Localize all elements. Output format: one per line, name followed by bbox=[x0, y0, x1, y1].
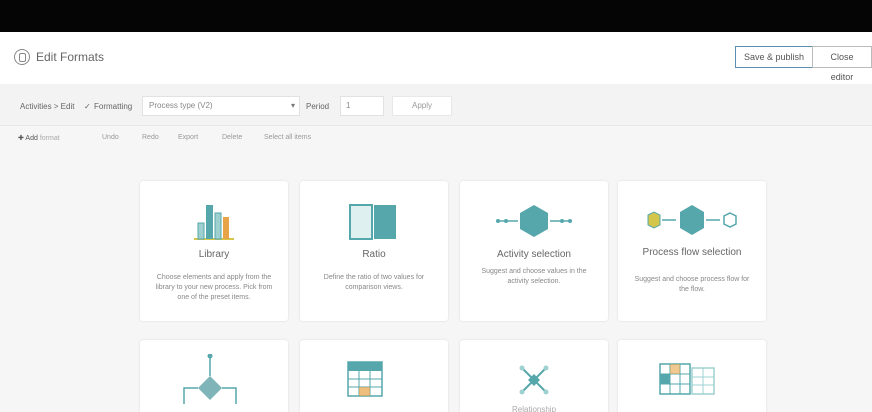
top-black-bar bbox=[0, 0, 872, 32]
card-title: Library bbox=[198, 249, 230, 260]
card-description: Choose elements and apply from the libra… bbox=[155, 274, 273, 301]
filter-toolbar: Activities > Edit ✓ Formatting Process t… bbox=[0, 84, 872, 126]
card-process-flow-selection[interactable]: Process flow selection Suggest and choos… bbox=[618, 181, 766, 321]
card-decision-flow[interactable] bbox=[140, 340, 288, 412]
close-editor-button[interactable]: Close editor bbox=[812, 46, 872, 82]
activity-node-icon bbox=[496, 205, 572, 237]
process-flow-icon bbox=[647, 205, 737, 235]
app-header: Edit Formats Save & publish Close editor bbox=[0, 32, 872, 84]
card-relationship[interactable]: Relationship bbox=[460, 340, 608, 412]
template-select[interactable]: Process type (V2) bbox=[142, 96, 300, 116]
logo-icon bbox=[14, 49, 30, 65]
card-description: Suggest and choose values in the activit… bbox=[481, 268, 587, 285]
decision-flow-icon bbox=[183, 354, 237, 404]
card-multi-grid[interactable] bbox=[618, 340, 766, 412]
check-icon: ✓ bbox=[84, 102, 91, 111]
formatting-label: Formatting bbox=[94, 102, 133, 111]
relationship-icon bbox=[519, 365, 549, 395]
undo-button[interactable]: Undo bbox=[102, 134, 119, 141]
table-grid-icon bbox=[347, 361, 383, 397]
delete-button[interactable]: Delete bbox=[222, 134, 242, 141]
apply-button[interactable]: Apply bbox=[392, 96, 452, 116]
period-label: Period bbox=[306, 102, 330, 111]
add-format-button[interactable]: ✚ Add format bbox=[18, 134, 60, 142]
app-title: Edit Formats bbox=[36, 50, 105, 64]
redo-button[interactable]: Redo bbox=[142, 134, 159, 141]
card-ratio[interactable]: Ratio Define the ratio of two values for… bbox=[300, 181, 448, 321]
card-title: Relationship bbox=[511, 405, 557, 412]
card-description: Suggest and choose process flow for the … bbox=[634, 276, 750, 293]
card-title: Process flow selection bbox=[642, 247, 742, 258]
select-all-button[interactable]: Select all items bbox=[264, 134, 311, 141]
card-table[interactable] bbox=[300, 340, 448, 412]
card-activity-selection[interactable]: Activity selection Suggest and choose va… bbox=[460, 181, 608, 321]
card-library[interactable]: Library Choose elements and apply from t… bbox=[140, 181, 288, 321]
breadcrumb[interactable]: Activities > Edit bbox=[20, 102, 74, 111]
period-input[interactable]: 1 bbox=[340, 96, 384, 116]
bar-chart-icon bbox=[194, 205, 234, 240]
multi-grid-icon bbox=[659, 363, 715, 395]
card-title: Activity selection bbox=[497, 249, 571, 260]
card-description: Define the ratio of two values for compa… bbox=[323, 274, 425, 291]
export-button[interactable]: Export bbox=[178, 134, 198, 141]
card-title: Ratio bbox=[362, 249, 386, 260]
save-publish-button[interactable]: Save & publish bbox=[735, 46, 814, 68]
action-bar: ✚ Add format Undo Redo Export Delete Sel… bbox=[0, 126, 872, 156]
split-panel-icon bbox=[349, 204, 396, 240]
